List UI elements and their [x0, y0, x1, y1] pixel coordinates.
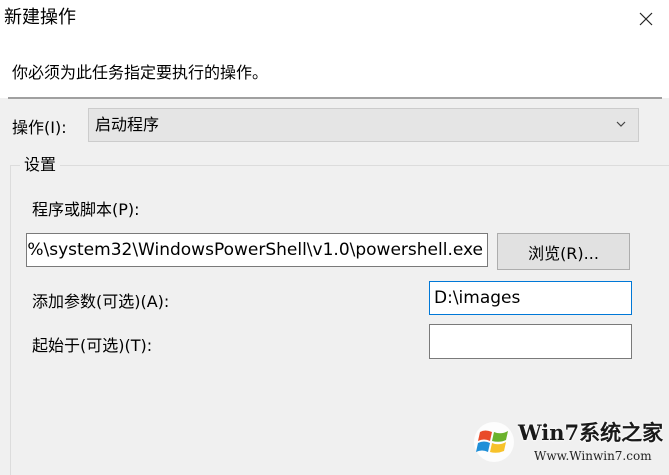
- window-title: 新建操作: [4, 7, 76, 28]
- watermark-url: Www.Winwin7.com: [534, 449, 652, 463]
- arguments-input-value: D:\images: [434, 288, 521, 308]
- windows-logo-icon: [474, 422, 514, 462]
- close-button[interactable]: [622, 0, 669, 38]
- program-input-value: t%\system32\WindowsPowerShell\v1.0\power…: [26, 240, 483, 260]
- arguments-input[interactable]: D:\images: [429, 281, 632, 315]
- start-in-input[interactable]: [429, 324, 632, 359]
- action-label: 操作(I):: [12, 118, 67, 137]
- arguments-label: 添加参数(可选)(A):: [32, 292, 170, 311]
- instruction-text: 你必须为此任务指定要执行的操作。: [12, 63, 269, 82]
- instruction-panel: 你必须为此任务指定要执行的操作。: [0, 42, 669, 98]
- close-icon: [639, 12, 652, 26]
- action-select-value: 启动程序: [95, 115, 160, 134]
- settings-group-title: 设置: [20, 154, 61, 176]
- program-input[interactable]: t%\system32\WindowsPowerShell\v1.0\power…: [26, 233, 488, 267]
- browse-button[interactable]: 浏览(R)...: [497, 233, 630, 270]
- watermark-brand: Win7系统之家: [518, 420, 664, 445]
- header-divider: [8, 97, 662, 99]
- title-bar: 新建操作: [0, 0, 669, 42]
- chevron-down-icon: [616, 121, 626, 127]
- program-label: 程序或脚本(P):: [32, 200, 140, 219]
- action-select[interactable]: 启动程序: [88, 108, 639, 142]
- start-in-label: 起始于(可选)(T):: [32, 336, 153, 355]
- watermark: Win7系统之家 Www.Winwin7.com: [468, 418, 669, 470]
